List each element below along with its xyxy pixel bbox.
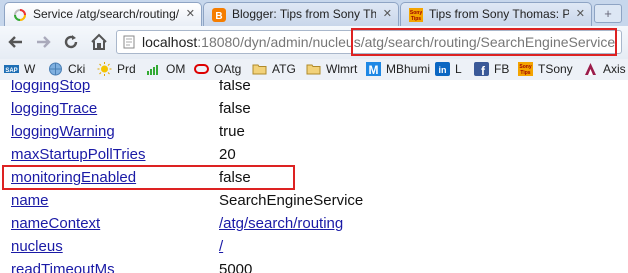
svg-text:M: M xyxy=(369,63,379,76)
spinner-icon xyxy=(14,9,26,21)
property-value: 5000 xyxy=(219,261,253,273)
property-name-link[interactable]: loggingStop xyxy=(11,80,90,94)
table-row: maxStartupPollTries 20 xyxy=(0,144,628,167)
table-row: loggingTrace false xyxy=(0,98,628,121)
row-highlight-box xyxy=(2,165,295,190)
svg-text:Tips: Tips xyxy=(520,70,530,76)
close-icon[interactable]: ✕ xyxy=(383,7,392,20)
folder-icon xyxy=(252,64,267,75)
property-name-link[interactable]: readTimeoutMs xyxy=(11,261,115,273)
page-icon xyxy=(123,35,135,49)
sony-tips-icon: SonyTips xyxy=(518,62,533,76)
tab-blogger[interactable]: B Blogger: Tips from Sony Thom ✕ xyxy=(203,2,399,26)
tab-tips-sony[interactable]: Sony Tips Tips from Sony Thomas: Previ ✕ xyxy=(400,2,592,26)
close-icon[interactable]: ✕ xyxy=(186,7,195,20)
url-host: localhost xyxy=(142,34,198,50)
linkedin-icon: in xyxy=(435,62,450,76)
facebook-icon: f xyxy=(474,62,489,76)
table-row: nameContext /atg/search/routing xyxy=(0,213,628,236)
home-button[interactable] xyxy=(89,32,109,52)
bars-icon xyxy=(147,65,158,75)
svg-text:B: B xyxy=(215,11,222,22)
sony-tips-icon: Sony Tips xyxy=(409,8,423,22)
home-icon xyxy=(91,33,107,50)
property-value: false xyxy=(219,100,251,117)
property-value: false xyxy=(219,80,251,94)
axis-icon xyxy=(585,63,596,75)
back-button[interactable] xyxy=(6,32,26,52)
forward-button[interactable] xyxy=(33,32,53,52)
svg-text:SAP: SAP xyxy=(5,68,17,74)
table-row: loggingStop false xyxy=(0,80,628,98)
table-row: name SearchEngineService xyxy=(0,190,628,213)
globe-icon xyxy=(49,62,62,76)
property-name-link[interactable]: loggingTrace xyxy=(11,100,97,117)
bookmarks-bar: SAP W Cki Prd OM OAtg ATG Wlmrt M MBhumi… xyxy=(0,59,628,81)
oracle-icon xyxy=(194,64,209,74)
table-row: readTimeoutMs 5000 xyxy=(0,259,628,273)
property-value-link[interactable]: /atg/search/routing xyxy=(219,215,343,232)
property-name-link[interactable]: nucleus xyxy=(11,238,63,255)
property-value-link[interactable]: / xyxy=(219,238,223,255)
reload-icon xyxy=(64,35,78,49)
tab-title: Service /atg/search/routing/Se xyxy=(33,7,179,21)
tab-title: Tips from Sony Thomas: Previ xyxy=(429,7,569,21)
blogger-icon: B xyxy=(212,8,226,22)
url-highlight-box xyxy=(351,28,617,56)
property-value: 20 xyxy=(219,146,236,163)
sun-icon xyxy=(97,62,112,76)
table-row: nucleus / xyxy=(0,236,628,259)
forward-arrow-icon xyxy=(37,36,51,48)
tab-strip: Service /atg/search/routing/Se ✕ B Blogg… xyxy=(0,0,628,26)
property-value: true xyxy=(219,123,245,140)
property-name-link[interactable]: nameContext xyxy=(11,215,100,232)
property-value: SearchEngineService xyxy=(219,192,364,209)
m-icon: M xyxy=(366,62,381,76)
close-icon[interactable]: ✕ xyxy=(576,7,585,20)
svg-text:in: in xyxy=(439,65,447,75)
back-arrow-icon xyxy=(8,36,22,48)
new-tab-button[interactable]: + xyxy=(594,4,622,23)
property-name-link[interactable]: name xyxy=(11,192,49,209)
tab-service[interactable]: Service /atg/search/routing/Se ✕ xyxy=(4,2,202,26)
table-row: loggingWarning true xyxy=(0,121,628,144)
tab-title: Blogger: Tips from Sony Thom xyxy=(232,7,376,21)
folder-icon xyxy=(306,64,321,75)
svg-text:Tips: Tips xyxy=(411,16,421,22)
sap-icon: SAP xyxy=(4,65,19,74)
reload-button[interactable] xyxy=(61,32,81,52)
property-name-link[interactable]: loggingWarning xyxy=(11,123,115,140)
property-name-link[interactable]: maxStartupPollTries xyxy=(11,146,146,163)
